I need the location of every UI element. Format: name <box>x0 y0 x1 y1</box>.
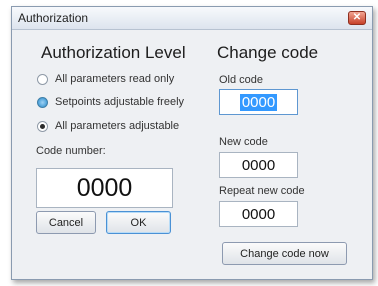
radio-read-only[interactable]: All parameters read only <box>37 71 174 87</box>
old-code-label: Old code <box>219 74 264 86</box>
radio-button[interactable] <box>37 96 48 108</box>
ok-button[interactable]: OK <box>106 211 171 234</box>
radio-label: All parameters read only <box>55 73 175 85</box>
radio-setpoints-adjustable[interactable]: Setpoints adjustable freely <box>37 94 184 110</box>
new-code-label: New code <box>219 136 268 148</box>
authorization-dialog: Authorization ✕ Authorization Level All … <box>11 6 373 280</box>
radio-label: Setpoints adjustable freely <box>55 96 185 108</box>
radio-label: All parameters adjustable <box>55 120 180 132</box>
radio-button[interactable] <box>37 73 48 85</box>
change-code-now-button[interactable]: Change code now <box>222 242 347 265</box>
new-code-field[interactable]: 0000 <box>219 152 298 178</box>
window-title: Authorization <box>18 11 89 25</box>
code-number-label: Code number: <box>36 145 106 157</box>
authorization-level-heading: Authorization Level <box>41 43 186 62</box>
repeat-code-label: Repeat new code <box>219 185 305 197</box>
old-code-value: 0000 <box>239 93 278 111</box>
radio-button[interactable] <box>37 120 48 132</box>
cancel-button[interactable]: Cancel <box>36 211 96 234</box>
title-bar[interactable]: Authorization ✕ <box>12 7 372 30</box>
repeat-code-field[interactable]: 0000 <box>219 201 298 227</box>
old-code-field[interactable]: 0000 <box>219 89 298 115</box>
change-code-heading: Change code <box>217 43 319 62</box>
close-icon[interactable]: ✕ <box>348 11 366 25</box>
code-number-field[interactable]: 0000 <box>36 168 173 208</box>
radio-all-adjustable[interactable]: All parameters adjustable <box>37 118 179 134</box>
